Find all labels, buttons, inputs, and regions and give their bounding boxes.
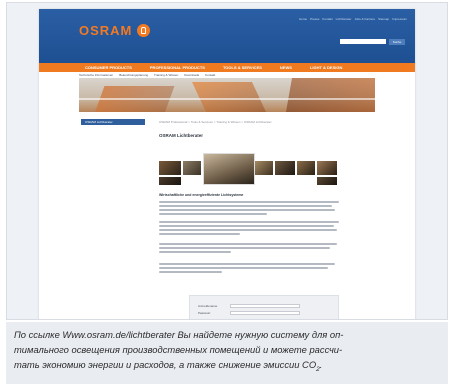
text-paragraph [159, 201, 339, 217]
login-form: Anmeldename Passwort [189, 295, 339, 319]
gallery-thumbnail[interactable] [317, 177, 337, 185]
search-bar: Suche [340, 39, 405, 45]
text-paragraph [159, 243, 339, 255]
banner-light-beam [79, 98, 375, 100]
image-gallery [159, 149, 337, 185]
nav-item[interactable]: NEWS [280, 65, 292, 70]
logo-text: OSRAM [79, 23, 133, 38]
subnav-item[interactable]: Downloads [184, 73, 199, 77]
top-link[interactable]: Presse [310, 17, 319, 21]
website-screenshot: OSRAM Home Presse Kontakt Lichtberater J… [39, 9, 415, 319]
gallery-thumbnail[interactable] [275, 161, 295, 175]
section-heading: Wirtschaftliche und energieeffiziente Li… [159, 193, 244, 197]
text-paragraph [159, 263, 339, 275]
gallery-thumbnail[interactable] [183, 161, 201, 175]
nav-item[interactable]: TOOLS & SERVICES [223, 65, 262, 70]
top-link[interactable]: Lichtberater [336, 17, 352, 21]
top-link[interactable]: Home [299, 17, 307, 21]
password-field[interactable] [230, 311, 300, 315]
caption-line: По ссылке Www.osram.de/lichtberater Вы н… [14, 329, 344, 340]
top-link[interactable]: Impressum [392, 17, 407, 21]
caption-text: . [319, 359, 323, 370]
username-label: Anmeldename [198, 304, 218, 308]
osram-logo[interactable]: OSRAM [79, 23, 151, 38]
gallery-main-image[interactable] [203, 153, 255, 185]
bulb-icon [137, 24, 151, 37]
nav-item[interactable]: PROFESSIONAL PRODUCTS [150, 65, 205, 70]
main-nav: CONSUMER PRODUCTS PROFESSIONAL PRODUCTS … [39, 63, 415, 72]
search-button[interactable]: Suche [389, 39, 405, 45]
subnav-item[interactable]: Training & Wissen [154, 73, 178, 77]
subnav-item[interactable]: Technische Informationen [79, 73, 113, 77]
gallery-thumbnail[interactable] [317, 161, 337, 175]
sidebar-item-lichtberater[interactable]: OSRAM Lichtberater [81, 119, 145, 125]
caption-line: тать экономию энергии и расходов, а такж… [14, 357, 440, 377]
header-banner-image [79, 78, 375, 112]
figure-frame: OSRAM Home Presse Kontakt Lichtberater J… [6, 2, 448, 320]
gallery-thumbnail[interactable] [255, 161, 273, 175]
nav-item[interactable]: CONSUMER PRODUCTS [85, 65, 132, 70]
top-link[interactable]: Sitemap [378, 17, 389, 21]
top-link[interactable]: Jobs & Karriere [354, 17, 375, 21]
nav-item[interactable]: LIGHT & DESIGN [310, 65, 342, 70]
page-title: OSRAM Lichtberater [159, 133, 204, 138]
username-field[interactable] [230, 304, 300, 308]
caption-line: тимального освещения производственных по… [14, 344, 343, 355]
subnav-item[interactable]: Beleuchtungsplanung [119, 73, 148, 77]
gallery-thumbnail[interactable] [159, 161, 181, 175]
gallery-thumbnail[interactable] [159, 177, 181, 185]
banner-shape [192, 82, 266, 112]
site-header: OSRAM Home Presse Kontakt Lichtberater J… [39, 9, 415, 63]
gallery-thumbnail[interactable] [297, 161, 315, 175]
search-input[interactable] [340, 39, 386, 44]
top-links: Home Presse Kontakt Lichtberater Jobs & … [299, 17, 407, 21]
subnav-item[interactable]: Kontakt [205, 73, 215, 77]
breadcrumb: OSRAM Professional > Tools & Services > … [159, 120, 272, 124]
top-link[interactable]: Kontakt [322, 17, 332, 21]
text-paragraph [159, 221, 339, 237]
password-label: Passwort [198, 311, 211, 315]
caption-text: тать экономию энергии и расходов, а такж… [14, 359, 317, 370]
figure-caption: По ссылке Www.osram.de/lichtberater Вы н… [6, 322, 448, 384]
banner-shape [286, 78, 375, 112]
